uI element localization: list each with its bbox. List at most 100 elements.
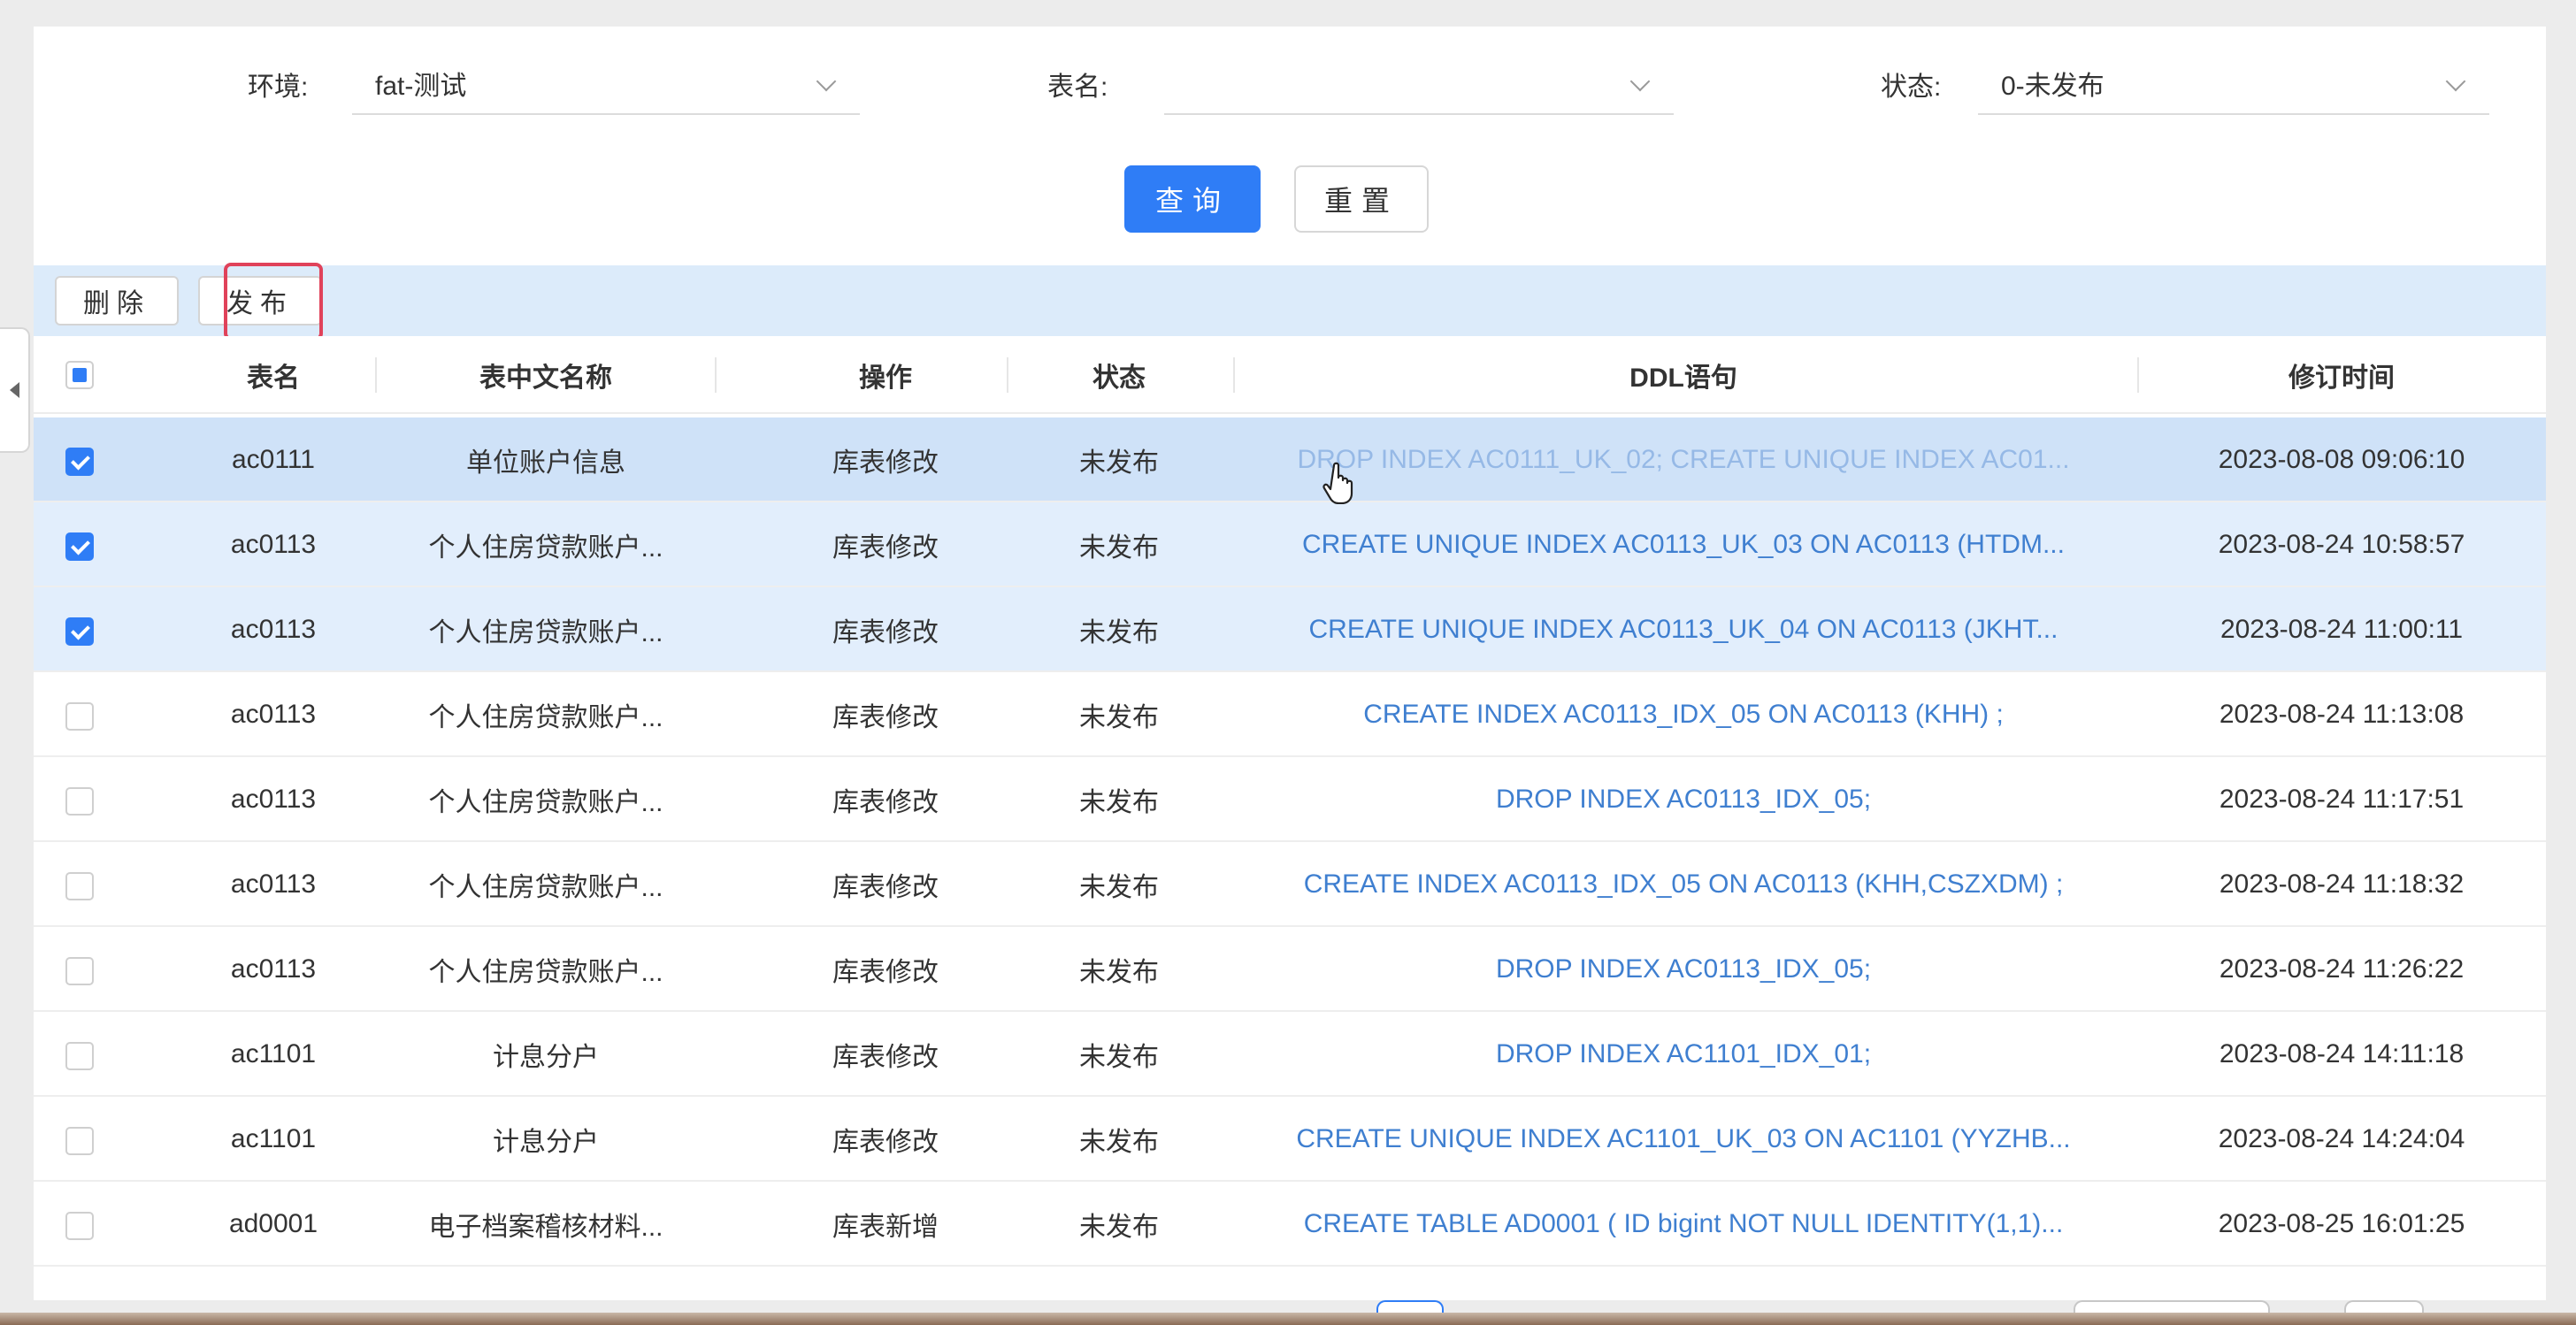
cell-cn-name: 计息分户 [493,1128,599,1157]
env-filter: 环境: [248,53,308,115]
cell-cn-name: 个人住房贷款账户... [428,873,663,902]
env-label: 环境: [248,73,309,102]
col-header-time: 修订时间 [2288,364,2395,393]
cell-cn-name: 个人住房贷款账户... [428,618,663,647]
cell-time: 2023-08-08 09:06:10 [2218,445,2465,474]
env-select-value: fat-测试 [375,72,467,101]
cell-status: 未发布 [1079,1128,1159,1157]
cell-status: 未发布 [1079,873,1159,902]
table-filter: 表名: [1047,53,1108,115]
table-row[interactable]: ac0113 个人住房贷款账户... 库表修改 未发布 CREATE UNIQU… [34,502,2546,587]
reset-button[interactable]: 重置 [1294,165,1429,233]
cell-ddl[interactable]: DROP INDEX AC0113_IDX_05; [1233,927,2134,1012]
cell-ddl[interactable]: CREATE UNIQUE INDEX AC0113_UK_04 ON AC01… [1233,587,2134,672]
cell-table: ac0113 [230,869,317,899]
cell-cn-name: 个人住房贷款账户... [428,533,663,563]
table-row[interactable]: ac0113 个人住房贷款账户... 库表修改 未发布 DROP INDEX A… [34,757,2546,842]
table-toolbar: 删除 发布 [34,265,2546,336]
cell-ddl[interactable]: CREATE UNIQUE INDEX AC0113_UK_03 ON AC01… [1233,502,2134,587]
row-checkbox[interactable] [65,1042,94,1070]
cell-table: ac0113 [230,615,317,644]
table-header: 表名 表中文名称 操作 状态 DDL语句 修订时间 [34,336,2546,414]
cell-op: 库表修改 [832,703,939,732]
screen-bottom-edge [0,1313,2576,1325]
table-row[interactable]: ac0113 个人住房贷款账户... 库表修改 未发布 CREATE INDEX… [34,672,2546,757]
row-checkbox[interactable] [65,448,94,476]
cell-ddl[interactable]: CREATE TABLE AD0001 ( ID bigint NOT NULL… [1233,1182,2134,1267]
cell-op: 库表修改 [832,788,939,817]
status-select-value: 0-未发布 [2001,72,2104,101]
cell-time: 2023-08-24 10:58:57 [2218,530,2465,559]
table-row[interactable]: ac0113 个人住房贷款账户... 库表修改 未发布 CREATE UNIQU… [34,587,2546,672]
row-checkbox[interactable] [65,787,94,816]
cell-status: 未发布 [1079,618,1159,647]
cell-table: ac0113 [230,700,317,729]
cell-ddl[interactable]: CREATE INDEX AC0113_IDX_05 ON AC0113 (KH… [1233,672,2134,757]
cell-time: 2023-08-24 11:13:08 [2219,700,2465,729]
table-row[interactable]: ac0111 单位账户信息 库表修改 未发布 DROP INDEX AC0111… [34,417,2546,502]
cell-status: 未发布 [1079,1213,1159,1242]
col-header-table: 表名 [247,364,300,393]
cell-ddl[interactable]: DROP INDEX AC1101_IDX_01; [1233,1012,2134,1097]
row-checkbox[interactable] [65,1127,94,1155]
table-row[interactable]: ad0001 电子档案稽核材料... 库表新增 未发布 CREATE TABLE… [34,1182,2546,1267]
cell-table: ac0113 [230,954,317,984]
table-row[interactable]: ac0113 个人住房贷款账户... 库表修改 未发布 CREATE INDEX… [34,842,2546,927]
chevron-down-icon [1629,71,1651,92]
row-checkbox[interactable] [65,957,94,985]
row-checkbox[interactable] [65,702,94,731]
cell-cn-name: 电子档案稽核材料... [428,1213,663,1242]
cell-cn-name: 个人住房贷款账户... [428,958,663,987]
cell-time: 2023-08-24 11:18:32 [2219,869,2465,899]
cell-status: 未发布 [1079,448,1159,478]
status-select[interactable]: 0-未发布 [1978,53,2489,115]
col-header-ddl: DDL语句 [1629,364,1737,393]
query-button[interactable]: 查询 [1124,165,1261,233]
row-checkbox[interactable] [65,1212,94,1240]
cell-op: 库表修改 [832,873,939,902]
cell-status: 未发布 [1079,958,1159,987]
cell-status: 未发布 [1079,1043,1159,1072]
env-select[interactable]: fat-测试 [352,53,860,115]
cell-cn-name: 个人住房贷款账户... [428,788,663,817]
cell-table: ad0001 [228,1209,318,1238]
cell-table: ac0113 [230,785,317,814]
cell-ddl[interactable]: DROP INDEX AC0113_IDX_05; [1233,757,2134,842]
col-header-op: 操作 [859,364,912,393]
row-checkbox[interactable] [65,617,94,646]
cell-op: 库表新增 [832,1213,939,1242]
table-row[interactable]: ac1101 计息分户 库表修改 未发布 CREATE UNIQUE INDEX… [34,1097,2546,1182]
table-select[interactable] [1164,53,1674,115]
cell-table: ac1101 [230,1039,317,1068]
hand-cursor-icon [1322,462,1353,504]
cell-table: ac1101 [230,1124,317,1153]
cell-time: 2023-08-24 14:24:04 [2218,1124,2465,1153]
row-checkbox[interactable] [65,872,94,900]
col-header-status: 状态 [1092,364,1146,393]
row-checkbox[interactable] [65,532,94,561]
chevron-left-icon [9,382,19,398]
cell-status: 未发布 [1079,788,1159,817]
cell-time: 2023-08-24 14:11:18 [2219,1039,2465,1068]
cell-op: 库表修改 [832,448,939,478]
table-row[interactable]: ac0113 个人住房贷款账户... 库表修改 未发布 DROP INDEX A… [34,927,2546,1012]
cell-ddl[interactable]: CREATE INDEX AC0113_IDX_05 ON AC0113 (KH… [1233,842,2134,927]
cell-op: 库表修改 [832,533,939,563]
cell-cn-name: 计息分户 [493,1043,599,1072]
cell-op: 库表修改 [832,618,939,647]
cell-status: 未发布 [1079,703,1159,732]
sidebar-collapse-toggle[interactable] [0,327,30,453]
table-row[interactable]: ac1101 计息分户 库表修改 未发布 DROP INDEX AC1101_I… [34,1012,2546,1097]
cell-ddl[interactable]: CREATE UNIQUE INDEX AC1101_UK_03 ON AC11… [1233,1097,2134,1182]
chevron-down-icon [2445,71,2466,92]
cell-time: 2023-08-25 16:01:25 [2218,1209,2465,1238]
delete-button[interactable]: 删除 [55,276,179,326]
status-filter: 状态: [1881,53,1941,115]
cell-time: 2023-08-24 11:26:22 [2219,954,2465,984]
cell-cn-name: 个人住房贷款账户... [428,703,663,732]
chevron-down-icon [816,71,837,92]
table-label: 表名: [1047,73,1108,102]
cell-table: ac0113 [230,530,317,559]
select-all-checkbox[interactable] [65,361,94,389]
cell-ddl[interactable]: DROP INDEX AC0111_UK_02; CREATE UNIQUE I… [1233,417,2134,502]
